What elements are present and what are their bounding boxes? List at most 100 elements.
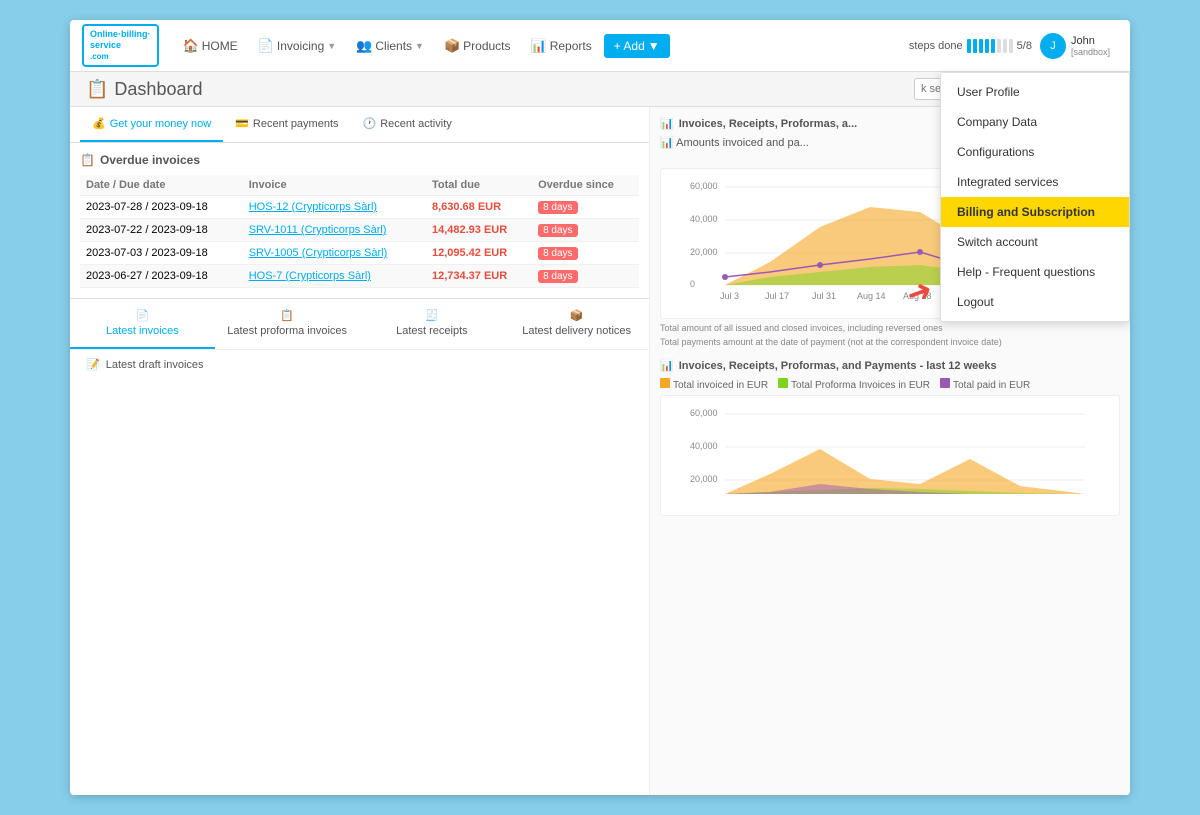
overdue-icon: 📋 bbox=[80, 153, 95, 167]
chart1-note1: Total amount of all issued and closed in… bbox=[660, 323, 1120, 333]
page-title: 📋 Dashboard bbox=[86, 79, 202, 100]
draft-icon: 📝 bbox=[86, 358, 100, 371]
svg-text:Jul 31: Jul 31 bbox=[812, 291, 836, 301]
legend-invoiced: Total invoiced in EUR bbox=[660, 378, 768, 391]
overdue-section: 📋 Overdue invoices Date / Due date Invoi… bbox=[70, 143, 649, 298]
dropdown-integrated-services[interactable]: Integrated services bbox=[941, 167, 1129, 197]
row-invoice[interactable]: SRV-1005 (Crypticorps Sàrl) bbox=[243, 242, 426, 265]
row-days: 8 days bbox=[532, 196, 639, 219]
svg-text:60,000: 60,000 bbox=[690, 408, 718, 418]
table-row: 2023-06-27 / 2023-09-18 HOS-7 (Crypticor… bbox=[80, 265, 639, 288]
tab-recent-activity[interactable]: 🕐 Recent activity bbox=[351, 107, 464, 142]
svg-text:60,000: 60,000 bbox=[690, 181, 718, 191]
step-2 bbox=[973, 39, 977, 53]
tab-latest-invoices[interactable]: 📄 Latest invoices bbox=[70, 299, 215, 349]
row-date: 2023-07-22 / 2023-09-18 bbox=[80, 219, 243, 242]
add-arrow-icon: ▼ bbox=[648, 39, 660, 53]
row-amount: 14,482.93 EUR bbox=[426, 219, 532, 242]
chart2-title: 📊 Invoices, Receipts, Proformas, and Pay… bbox=[660, 359, 1120, 372]
home-icon: 🏠 bbox=[183, 38, 199, 54]
tab-latest-receipts[interactable]: 🧾 Latest receipts bbox=[360, 299, 505, 349]
dropdown-logout[interactable]: Logout bbox=[941, 287, 1129, 317]
activity-icon: 🕐 bbox=[363, 117, 377, 130]
nav-clients[interactable]: 👥 Clients ▼ bbox=[348, 32, 432, 60]
tab-delivery-notices[interactable]: 📦 Latest delivery notices bbox=[504, 299, 649, 349]
svg-text:Aug 14: Aug 14 bbox=[857, 291, 886, 301]
add-button[interactable]: + Add ▼ bbox=[604, 34, 670, 58]
step-1 bbox=[967, 39, 971, 53]
money-icon: 💰 bbox=[92, 117, 106, 130]
latest-invoices-icon: 📄 bbox=[136, 309, 150, 322]
row-amount: 8,630.68 EUR bbox=[426, 196, 532, 219]
user-avatar: J bbox=[1040, 33, 1066, 59]
nav-reports[interactable]: 📊 Reports bbox=[523, 32, 600, 60]
nav-home[interactable]: 🏠 HOME bbox=[175, 32, 246, 60]
chart2-section: 📊 Invoices, Receipts, Proformas, and Pay… bbox=[660, 359, 1120, 516]
invoicing-icon: 📄 bbox=[258, 38, 274, 54]
col-invoice: Invoice bbox=[243, 175, 426, 196]
dropdown-billing-subscription[interactable]: Billing and Subscription bbox=[941, 197, 1129, 227]
tab-get-money[interactable]: 💰 Get your money now bbox=[80, 107, 223, 142]
user-name: John [sandbox] bbox=[1071, 35, 1110, 57]
svg-text:0: 0 bbox=[690, 279, 695, 289]
dropdown-help[interactable]: Help - Frequent questions bbox=[941, 257, 1129, 287]
main-nav: 🏠 HOME 📄 Invoicing ▼ 👥 Clients ▼ 📦 Produ… bbox=[175, 32, 893, 60]
row-days: 8 days bbox=[532, 242, 639, 265]
dropdown-overlay: User Profile Company Data Configurations… bbox=[940, 72, 1130, 322]
dropdown-user-profile[interactable]: User Profile bbox=[941, 77, 1129, 107]
step-4 bbox=[985, 39, 989, 53]
chart2-svg: 60,000 40,000 20,000 bbox=[669, 404, 1111, 504]
row-invoice[interactable]: HOS-12 (Crypticorps Sàrl) bbox=[243, 196, 426, 219]
row-amount: 12,095.42 EUR bbox=[426, 242, 532, 265]
row-date: 2023-07-28 / 2023-09-18 bbox=[80, 196, 243, 219]
dropdown-switch-account[interactable]: Switch account bbox=[941, 227, 1129, 257]
user-menu-button[interactable]: J John [sandbox] bbox=[1032, 29, 1118, 63]
table-row: 2023-07-03 / 2023-09-18 SRV-1005 (Crypti… bbox=[80, 242, 639, 265]
payments-icon: 💳 bbox=[235, 117, 249, 130]
step-3 bbox=[979, 39, 983, 53]
overdue-table: Date / Due date Invoice Total due Overdu… bbox=[80, 175, 639, 288]
svg-text:40,000: 40,000 bbox=[690, 441, 718, 451]
overdue-title: 📋 Overdue invoices bbox=[80, 153, 639, 167]
row-date: 2023-06-27 / 2023-09-18 bbox=[80, 265, 243, 288]
svg-text:20,000: 20,000 bbox=[690, 247, 718, 257]
step-6 bbox=[997, 39, 1001, 53]
steps-done: steps done 5/8 bbox=[909, 39, 1032, 53]
dropdown-company-data[interactable]: Company Data bbox=[941, 107, 1129, 137]
nav-products[interactable]: 📦 Products bbox=[436, 32, 519, 60]
user-dropdown-menu: User Profile Company Data Configurations… bbox=[940, 72, 1130, 322]
col-overdue: Overdue since bbox=[532, 175, 639, 196]
clients-icon: 👥 bbox=[356, 38, 372, 54]
legend-proforma: Total Proforma Invoices in EUR bbox=[778, 378, 930, 391]
dropdown-configurations[interactable]: Configurations bbox=[941, 137, 1129, 167]
clients-arrow: ▼ bbox=[415, 41, 424, 51]
row-invoice[interactable]: SRV-1011 (Crypticorps Sàrl) bbox=[243, 219, 426, 242]
tab-latest-proforma[interactable]: 📋 Latest proforma invoices bbox=[215, 299, 360, 349]
col-date: Date / Due date bbox=[80, 175, 243, 196]
svg-text:20,000: 20,000 bbox=[690, 474, 718, 484]
delivery-icon: 📦 bbox=[570, 309, 584, 322]
table-row: 2023-07-28 / 2023-09-18 HOS-12 (Cryptico… bbox=[80, 196, 639, 219]
step-7 bbox=[1003, 39, 1007, 53]
nav-invoicing[interactable]: 📄 Invoicing ▼ bbox=[250, 32, 344, 60]
chart1-note2: Total payments amount at the date of pay… bbox=[660, 337, 1120, 347]
proforma-icon: 📋 bbox=[280, 309, 294, 322]
logo[interactable]: Online·billing· service .com bbox=[82, 24, 159, 66]
draft-row: 📝 Latest draft invoices bbox=[70, 349, 649, 379]
reports-icon: 📊 bbox=[531, 38, 547, 54]
svg-text:40,000: 40,000 bbox=[690, 214, 718, 224]
svg-text:Jul 17: Jul 17 bbox=[765, 291, 789, 301]
steps-progress bbox=[967, 39, 1013, 53]
main-tabs: 💰 Get your money now 💳 Recent payments 🕐… bbox=[70, 107, 649, 143]
products-icon: 📦 bbox=[444, 38, 460, 54]
header: Online·billing· service .com 🏠 HOME 📄 In… bbox=[70, 20, 1130, 72]
tab-recent-payments[interactable]: 💳 Recent payments bbox=[223, 107, 350, 142]
legend-paid: Total paid in EUR bbox=[940, 378, 1030, 391]
row-invoice[interactable]: HOS-7 (Crypticorps Sàrl) bbox=[243, 265, 426, 288]
chart2-legend: Total invoiced in EUR Total Proforma Inv… bbox=[660, 378, 1120, 391]
chart2-icon: 📊 bbox=[660, 359, 674, 372]
svg-text:Jul 3: Jul 3 bbox=[720, 291, 739, 301]
row-days: 8 days bbox=[532, 265, 639, 288]
dashboard-icon: 📋 bbox=[86, 79, 108, 100]
table-row: 2023-07-22 / 2023-09-18 SRV-1011 (Crypti… bbox=[80, 219, 639, 242]
